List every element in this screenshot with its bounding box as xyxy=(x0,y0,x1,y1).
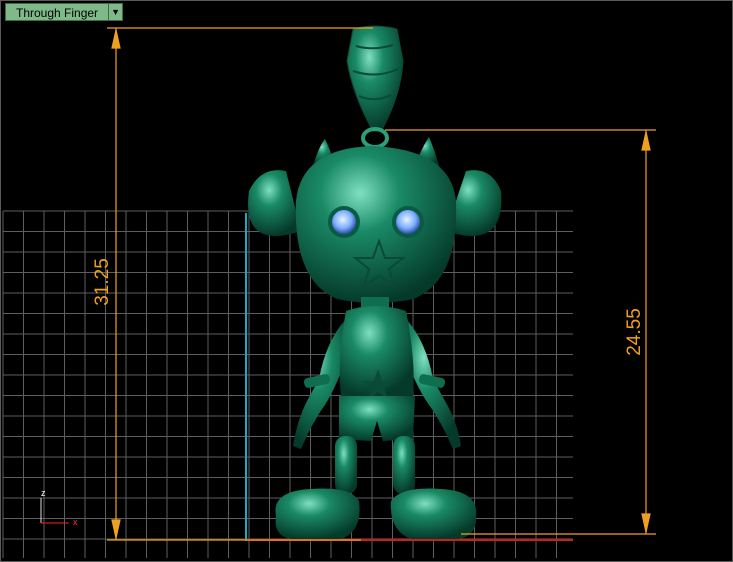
right-dim-arrow-top xyxy=(641,131,651,151)
right-dimension-value: 24.55 xyxy=(623,308,645,356)
left-dim-arrow-bottom xyxy=(111,519,121,539)
3d-viewport[interactable]: 31.25 24.55 z x Through Finger ▼ xyxy=(0,0,733,562)
viewport-title[interactable]: Through Finger xyxy=(5,3,110,21)
left-dimension-value: 31.25 xyxy=(91,258,113,306)
axis-z-label: z xyxy=(41,488,46,498)
left-dim-arrow-top xyxy=(111,29,121,49)
chevron-down-icon[interactable]: ▼ xyxy=(109,3,124,21)
viewport-title-combo[interactable]: Through Finger ▼ xyxy=(5,3,124,21)
right-dim-arrow-bottom xyxy=(641,513,651,533)
axis-x-label: x xyxy=(73,517,78,527)
